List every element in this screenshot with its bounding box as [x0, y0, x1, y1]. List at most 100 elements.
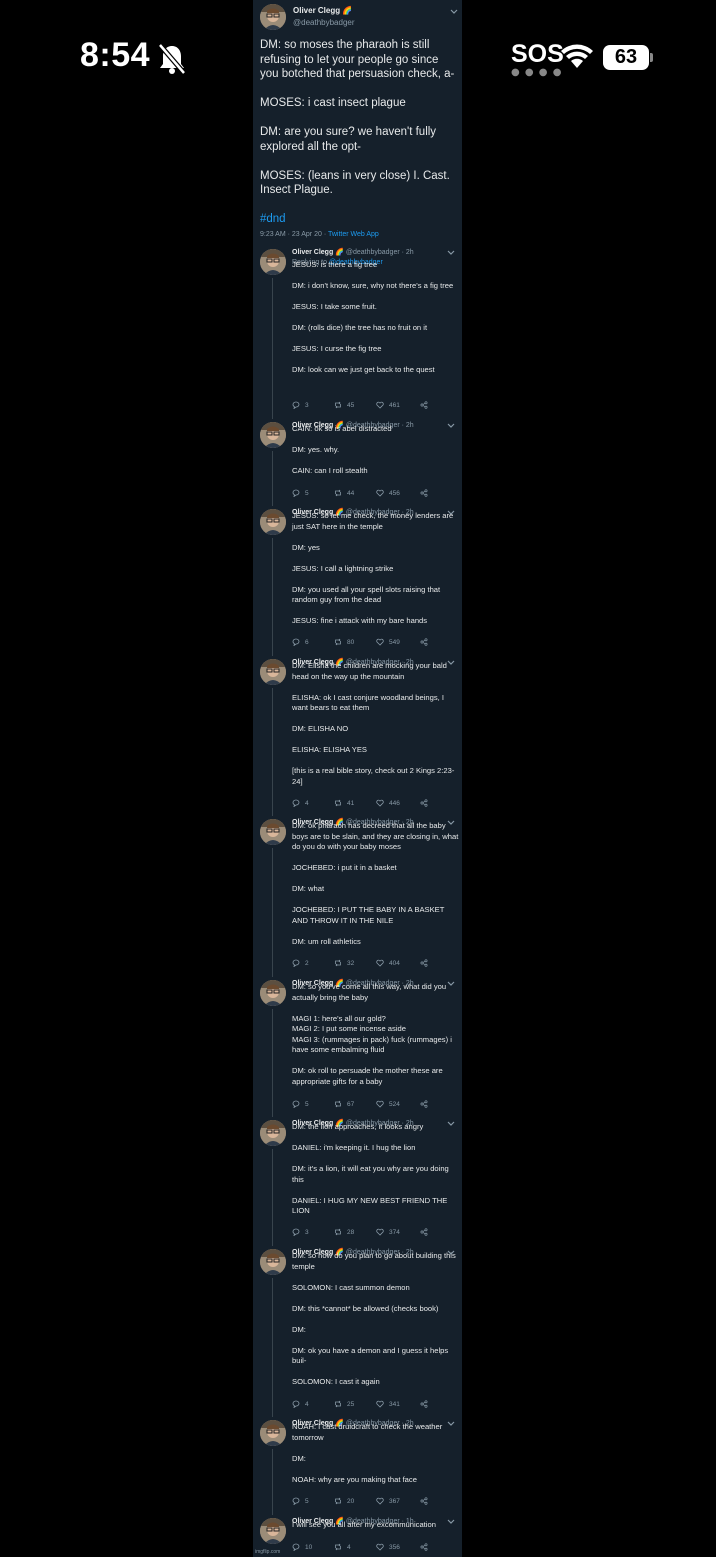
- like-button[interactable]: 356: [376, 1543, 400, 1551]
- battery-tip: [650, 53, 653, 62]
- reply-button[interactable]: 3: [292, 401, 309, 409]
- thread-line: [272, 1149, 273, 1246]
- like-count: 404: [389, 959, 400, 967]
- like-button[interactable]: 341: [376, 1400, 400, 1408]
- chevron-down-icon[interactable]: [447, 250, 455, 256]
- status-time: 8:54: [80, 36, 151, 74]
- thread-line: [272, 451, 273, 506]
- hashtag-link[interactable]: #dnd: [260, 213, 286, 225]
- like-count: 356: [389, 1543, 400, 1551]
- reply-icon: [292, 638, 300, 646]
- retweet-count: 45: [347, 401, 355, 409]
- share-button[interactable]: [420, 638, 428, 646]
- avatar[interactable]: [260, 1120, 286, 1146]
- reply-count: 2: [305, 959, 309, 967]
- reply-icon: [292, 1228, 300, 1236]
- share-icon: [420, 799, 428, 807]
- tweet-thread[interactable]: Oliver Clegg 🌈 @deathbybadger DM: so mos…: [253, 0, 462, 1557]
- like-count: 341: [389, 1400, 400, 1408]
- avatar[interactable]: [260, 4, 286, 30]
- share-icon: [420, 638, 428, 646]
- share-button[interactable]: [420, 799, 428, 807]
- retweet-button[interactable]: 45: [334, 401, 354, 409]
- reply-text: I will see you all after my excommunicat…: [292, 1520, 436, 1529]
- share-button[interactable]: [420, 1228, 428, 1236]
- like-button[interactable]: 404: [376, 959, 400, 967]
- share-icon: [420, 959, 428, 967]
- reply-icon: [292, 1100, 300, 1108]
- share-icon: [420, 401, 428, 409]
- avatar[interactable]: [260, 509, 286, 535]
- reply-header[interactable]: Oliver Clegg 🌈 @deathbybadger · 2h: [292, 248, 452, 256]
- avatar[interactable]: [260, 819, 286, 845]
- retweet-button[interactable]: 28: [334, 1228, 354, 1236]
- rainbow-emoji-icon: 🌈: [335, 249, 344, 256]
- retweet-button[interactable]: 44: [334, 489, 354, 497]
- like-button[interactable]: 456: [376, 489, 400, 497]
- source-app-link[interactable]: Twitter Web App: [328, 231, 379, 238]
- reply-button[interactable]: 5: [292, 1100, 309, 1108]
- like-count: 456: [389, 489, 400, 497]
- thread-line: [272, 538, 273, 656]
- like-button[interactable]: 367: [376, 1497, 400, 1505]
- avatar[interactable]: [260, 1249, 286, 1275]
- reply-button[interactable]: 2: [292, 959, 309, 967]
- like-button[interactable]: 549: [376, 638, 400, 646]
- reply-button[interactable]: 5: [292, 489, 309, 497]
- share-button[interactable]: [420, 1543, 428, 1551]
- avatar[interactable]: [260, 249, 286, 275]
- share-button[interactable]: [420, 401, 428, 409]
- reply-text: NOAH: I cast druidcraft to check the wea…: [292, 1422, 443, 1484]
- share-button[interactable]: [420, 489, 428, 497]
- avatar[interactable]: [260, 1420, 286, 1446]
- share-icon: [420, 1543, 428, 1551]
- action-bar: 4 41 446: [292, 799, 442, 809]
- reply-button[interactable]: 4: [292, 1400, 309, 1408]
- like-button[interactable]: 461: [376, 401, 400, 409]
- retweet-count: 20: [347, 1497, 355, 1505]
- like-button[interactable]: 524: [376, 1100, 400, 1108]
- like-count: 374: [389, 1228, 400, 1236]
- share-icon: [420, 1228, 428, 1236]
- reply-button[interactable]: 3: [292, 1228, 309, 1236]
- share-icon: [420, 1497, 428, 1505]
- like-button[interactable]: 374: [376, 1228, 400, 1236]
- retweet-button[interactable]: 67: [334, 1100, 354, 1108]
- avatar[interactable]: [260, 1518, 286, 1544]
- like-button[interactable]: 446: [376, 799, 400, 807]
- retweet-button[interactable]: 32: [334, 959, 354, 967]
- retweet-count: 41: [347, 799, 355, 807]
- retweet-icon: [335, 1100, 341, 1108]
- avatar[interactable]: [260, 980, 286, 1006]
- author-name[interactable]: Oliver Clegg: [292, 249, 333, 256]
- retweet-button[interactable]: 20: [334, 1497, 354, 1505]
- retweet-button[interactable]: 25: [334, 1400, 354, 1408]
- retweet-button[interactable]: 80: [334, 638, 354, 646]
- thread-line: [272, 848, 273, 977]
- tweet-text: DM: so moses the pharaoh is still refusi…: [260, 39, 455, 196]
- reply-button[interactable]: 5: [292, 1497, 309, 1505]
- reply-button[interactable]: 4: [292, 799, 309, 807]
- retweet-button[interactable]: 4: [334, 1543, 351, 1551]
- heart-icon: [376, 489, 384, 497]
- share-button[interactable]: [420, 1400, 428, 1408]
- share-button[interactable]: [420, 959, 428, 967]
- wifi-icon: [561, 44, 593, 68]
- reply-button[interactable]: 10: [292, 1543, 312, 1551]
- retweet-icon: [335, 959, 341, 967]
- like-count: 524: [389, 1100, 400, 1108]
- share-button[interactable]: [420, 1100, 428, 1108]
- chevron-down-icon[interactable]: [450, 9, 458, 15]
- thread-line: [272, 278, 273, 419]
- reply-button[interactable]: 6: [292, 638, 309, 646]
- reply-count: 5: [305, 1497, 309, 1505]
- action-bar: 5 67 524: [292, 1100, 442, 1110]
- avatar[interactable]: [260, 422, 286, 448]
- share-button[interactable]: [420, 1497, 428, 1505]
- heart-icon: [376, 1497, 384, 1505]
- author-handle[interactable]: @deathbybadger: [293, 18, 355, 27]
- battery-icon: 63: [603, 45, 649, 70]
- retweet-button[interactable]: 41: [334, 799, 354, 807]
- author-name[interactable]: Oliver Clegg 🌈: [293, 6, 352, 15]
- avatar[interactable]: [260, 659, 286, 685]
